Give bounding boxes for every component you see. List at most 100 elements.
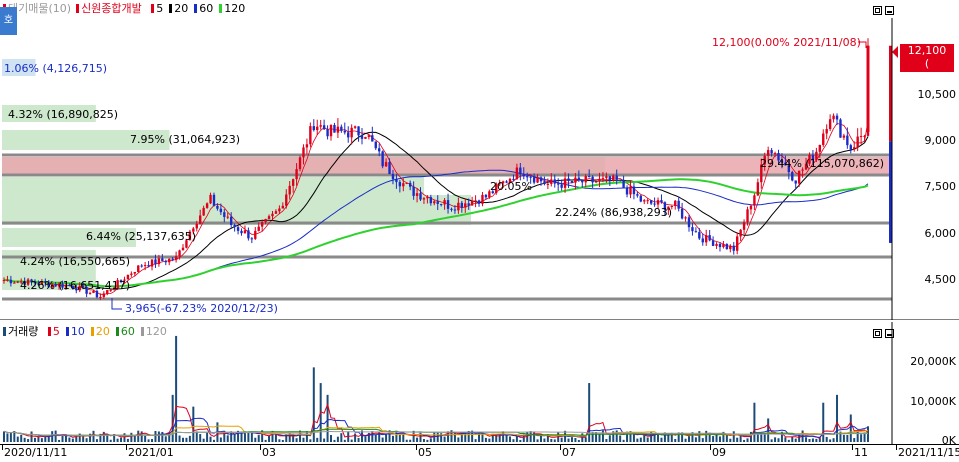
volume-bar <box>422 439 425 442</box>
price-tick-label: 10,500 <box>917 88 957 102</box>
candle-body <box>16 281 19 283</box>
volume-bar <box>805 437 808 442</box>
candle-body <box>150 259 154 267</box>
candle-body <box>612 175 615 181</box>
volume-bar <box>577 439 580 442</box>
candle-body <box>240 230 243 234</box>
candle-body <box>137 265 140 272</box>
candle-body <box>859 135 863 137</box>
volume-bar <box>794 438 797 442</box>
volume-bar <box>343 439 346 442</box>
volume-bar <box>391 435 394 442</box>
volume-bar <box>330 435 333 442</box>
volume-bar <box>206 432 209 442</box>
volume-bar <box>694 437 697 442</box>
volume-bar <box>126 438 129 442</box>
volume-bar <box>729 438 732 442</box>
volume-profile-bar <box>2 195 471 225</box>
candle-body <box>753 195 756 206</box>
candle-body <box>818 144 822 152</box>
candle-body <box>9 279 13 284</box>
candle-body <box>794 180 797 184</box>
volume-bar <box>405 439 408 442</box>
candle-body <box>329 124 333 137</box>
volume-bar <box>71 438 74 442</box>
volume-profile-label: 4.24% (16,550,665) <box>20 255 130 268</box>
candle-body <box>749 205 753 210</box>
candle-body <box>288 185 291 195</box>
volume-bar <box>777 438 780 442</box>
volume-bar <box>815 438 818 442</box>
candle-body <box>615 175 618 180</box>
volume-bar <box>154 430 157 442</box>
volume-tick-label: 20,000K <box>910 355 956 369</box>
candle-body <box>849 145 852 150</box>
volume-profile-label: 4.26% (16,651,417) <box>20 279 130 292</box>
volume-chart[interactable] <box>0 322 959 444</box>
candle-body <box>694 231 698 233</box>
volume-bar <box>605 439 608 442</box>
candle-body <box>601 177 605 179</box>
candle-body <box>705 235 708 243</box>
volume-bar <box>846 434 849 442</box>
volume-bar <box>92 430 95 442</box>
candle-body <box>581 180 584 183</box>
volume-bar <box>188 435 191 442</box>
candle-body <box>322 125 326 130</box>
volume-bar <box>230 431 233 442</box>
candle-body <box>415 193 419 196</box>
candle-body <box>443 200 446 205</box>
candle-body <box>164 261 167 263</box>
time-tick-mark <box>560 445 561 450</box>
candle-body <box>281 205 285 209</box>
candle-body <box>515 167 519 180</box>
volume-bar <box>85 438 88 442</box>
price-chart[interactable]: 1.06% (4,126,715) 4.32% (16,890,825) 7.95%… <box>0 0 959 320</box>
volume-bar <box>808 438 811 442</box>
candle-body <box>543 181 546 185</box>
candle-body <box>526 176 529 178</box>
candle-body <box>181 247 185 251</box>
volume-profile-label: 4.32% (16,890,825) <box>8 108 118 121</box>
volume-bar <box>539 435 542 442</box>
candle-body <box>791 172 794 181</box>
volume-bar <box>357 437 360 442</box>
candle-body <box>773 153 777 155</box>
candle-body <box>574 177 577 183</box>
volume-bar <box>464 432 467 442</box>
candle-body <box>233 224 236 228</box>
candle-body <box>298 157 302 170</box>
time-tick-label: 2020/11/11 <box>4 446 68 459</box>
candle-body <box>260 222 264 227</box>
volume-bar <box>856 430 859 442</box>
volume-bar <box>512 439 515 442</box>
candle-body <box>374 141 377 149</box>
volume-bar <box>54 430 57 442</box>
volume-bar <box>95 439 98 442</box>
volume-bar <box>409 439 412 442</box>
volume-bar <box>502 431 505 442</box>
volume-bar <box>484 437 487 442</box>
candle-body <box>367 135 371 137</box>
current-price: 12,100 <box>907 44 947 57</box>
time-tick-label: 2021/01 <box>128 446 174 459</box>
time-tick-label: 2021/11/15 <box>898 446 959 459</box>
volume-bar <box>264 439 267 442</box>
volume-bar <box>601 430 604 442</box>
volume-bar <box>247 432 250 442</box>
time-axis: 2020/11/11 2021/01 03 05 07 09 11 2021/11/15 <box>0 444 959 462</box>
volume-bar <box>584 437 587 442</box>
candle-body <box>285 194 288 206</box>
volume-bar <box>560 437 563 442</box>
candle-body <box>636 194 639 196</box>
volume-bar <box>684 438 687 442</box>
candle-body <box>550 179 553 184</box>
volume-bar <box>860 434 863 442</box>
volume-bar <box>622 439 625 442</box>
candle-body <box>247 230 250 239</box>
candle-body <box>853 147 856 150</box>
volume-bar <box>354 433 357 442</box>
volume-bar <box>175 335 178 442</box>
candle-body <box>271 213 274 217</box>
volume-bar <box>102 431 105 442</box>
